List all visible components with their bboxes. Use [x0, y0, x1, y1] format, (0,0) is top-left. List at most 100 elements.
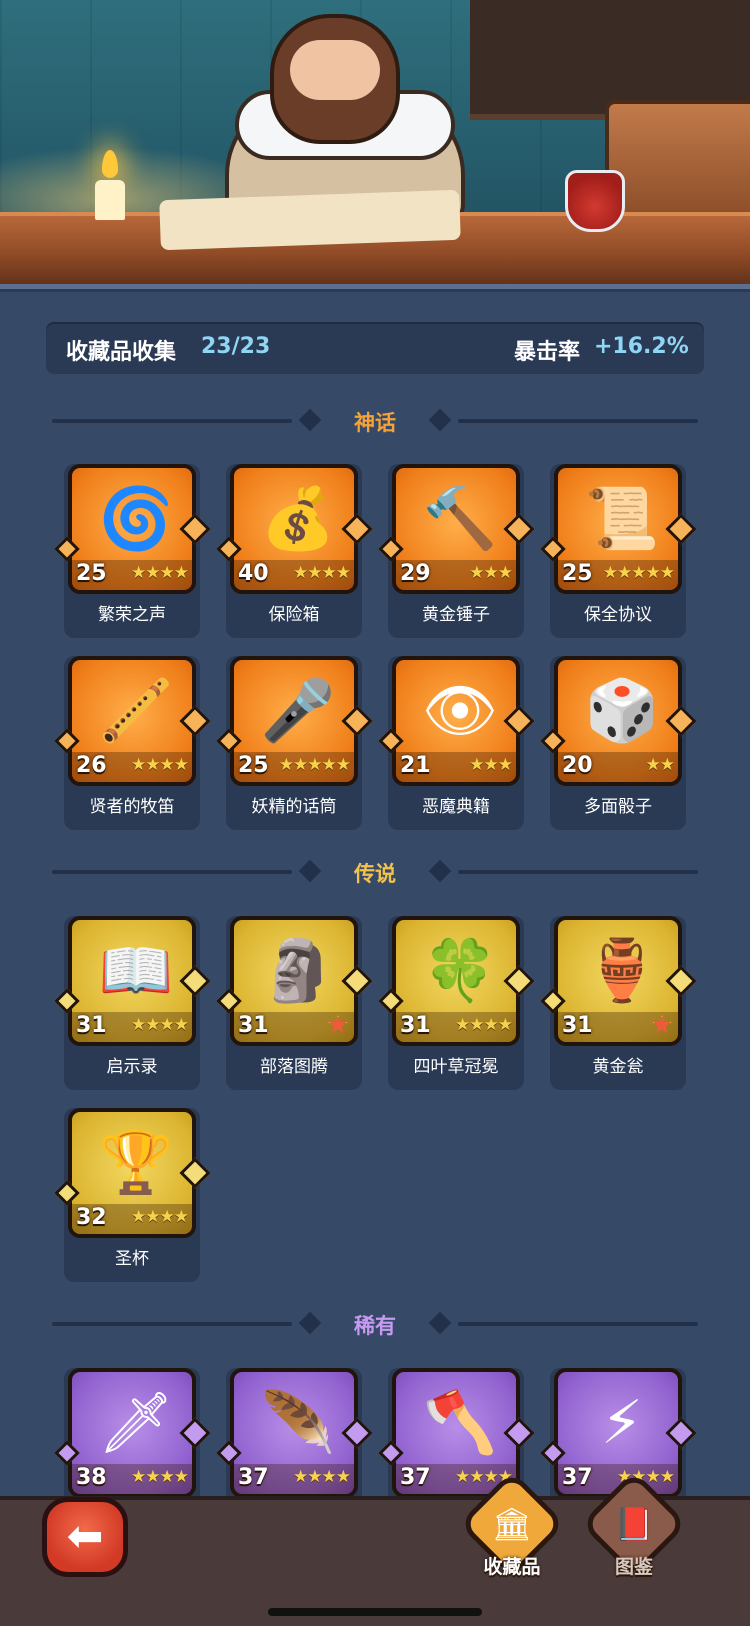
section-title: 神话: [354, 411, 396, 435]
level-strip: 26 ★★★★: [72, 752, 192, 782]
tile-gem: [179, 1417, 211, 1449]
star-rating: ★★★: [469, 563, 513, 583]
tile-gem: [378, 988, 404, 1014]
demon-tome-icon: 👁: [421, 676, 499, 746]
tab-codex[interactable]: 📕 图鉴: [580, 1470, 688, 1596]
hero-banner: [0, 0, 750, 288]
item-name: 妖精的话筒: [251, 797, 337, 817]
level-strip: 31: [558, 1012, 678, 1042]
sage-flute-icon: 🪈: [98, 676, 174, 746]
level-strip: 29 ★★★: [396, 560, 516, 590]
tile-gem: [216, 536, 242, 562]
tile-gem: [665, 513, 697, 545]
star-rating: ★★★★: [131, 1015, 189, 1035]
item-level: 32: [76, 1205, 107, 1230]
item-name: 黄金锤子: [422, 605, 490, 625]
tile-gem: [503, 965, 535, 997]
item-level: 31: [76, 1013, 107, 1038]
candle-icon: [95, 180, 125, 220]
item-level: 21: [400, 753, 431, 778]
tile-gem: [341, 513, 373, 545]
item-name: 启示录: [106, 1057, 158, 1077]
tribal-totem-icon: 🗿: [260, 936, 336, 1006]
level-strip: 31: [234, 1012, 354, 1042]
tab-collection[interactable]: 🏛 收藏品: [458, 1470, 566, 1596]
item-level: 31: [238, 1013, 269, 1038]
item-tile: 🏆 32 ★★★★: [54, 1108, 211, 1238]
item-tile: 🎲 20 ★★: [540, 656, 697, 786]
tile-gem: [216, 1440, 242, 1466]
item-name: 保全协议: [584, 605, 652, 625]
treasure-map: [159, 189, 461, 251]
level-strip: 20 ★★: [558, 752, 678, 782]
hero-rim: [0, 284, 750, 292]
tab-collection-label: 收藏品: [483, 1556, 541, 1578]
tile-gem: [665, 965, 697, 997]
collectible-card[interactable]: 📜 25 ★★★★★ 保全协议: [540, 464, 697, 638]
tile-gem: [341, 705, 373, 737]
item-name: 保险箱: [268, 605, 320, 625]
star-rating: ★★★★★: [278, 755, 351, 775]
collectible-card[interactable]: 🍀 31 ★★★★ 四叶草冠冕: [378, 916, 535, 1090]
tile-gem: [54, 988, 80, 1014]
item-level: 29: [400, 561, 431, 586]
tile-gem: [540, 1440, 566, 1466]
tile-gem: [179, 1157, 211, 1189]
item-tile: 📜 25 ★★★★★: [540, 464, 697, 594]
star-rating: ★★: [645, 755, 676, 775]
collectible-card[interactable]: 🪈 26 ★★★★ 贤者的牧笛: [54, 656, 211, 830]
tile-gem: [378, 536, 404, 562]
item-tile: 🍀 31 ★★★★: [378, 916, 535, 1046]
tile-gem: [341, 965, 373, 997]
collection-count: 23/23: [201, 334, 271, 359]
ice-dagger-icon: 🗡: [97, 1388, 175, 1458]
collectible-card[interactable]: 👁 21 ★★★ 恶魔典籍: [378, 656, 535, 830]
polyhedral-dice-icon: 🎲: [584, 676, 660, 746]
collectible-card[interactable]: 🎤 25 ★★★★★ 妖精的话筒: [216, 656, 373, 830]
star-rating: ★★★: [469, 755, 513, 775]
tile-gem: [179, 965, 211, 997]
tile-gem: [540, 988, 566, 1014]
level-strip: 31 ★★★★: [396, 1012, 516, 1042]
open-book-icon: 📖: [98, 936, 174, 1006]
collectible-card[interactable]: 📖 31 ★★★★ 启示录: [54, 916, 211, 1090]
back-arrow-icon: ⬅: [66, 1511, 104, 1562]
collectible-card[interactable]: 🎲 20 ★★ 多面骰子: [540, 656, 697, 830]
collectible-card[interactable]: 🏆 32 ★★★★ 圣杯: [54, 1108, 211, 1282]
codex-book-icon: 📕: [614, 1505, 654, 1543]
tile-gem: [179, 513, 211, 545]
item-name: 恶魔典籍: [422, 797, 490, 817]
fire-feather-icon: 🪶: [260, 1388, 336, 1458]
tile-gem: [54, 1180, 80, 1206]
item-name: 部落图腾: [260, 1057, 328, 1077]
item-tile: 👁 21 ★★★: [378, 656, 535, 786]
tile-gem: [503, 1417, 535, 1449]
collectible-card[interactable]: 🌀 25 ★★★★ 繁荣之声: [54, 464, 211, 638]
tile-gem: [216, 728, 242, 754]
red-potion-icon: [565, 170, 625, 232]
item-tile: 🎤 25 ★★★★★: [216, 656, 373, 786]
collectible-card[interactable]: 💰 40 ★★★★ 保险箱: [216, 464, 373, 638]
item-level: 37: [400, 1465, 431, 1490]
section-title: 传说: [354, 862, 396, 886]
star-rating: ★★★★: [131, 1467, 189, 1487]
item-tile: 🗿 31: [216, 916, 373, 1046]
golden-urn-icon: 🏺: [584, 936, 660, 1006]
collectible-card[interactable]: 🔨 29 ★★★ 黄金锤子: [378, 464, 535, 638]
star-rating: ★★★★: [293, 563, 351, 583]
item-tile: 🪓 37 ★★★★: [378, 1368, 535, 1498]
back-button[interactable]: ⬅: [42, 1497, 128, 1577]
level-strip: 25 ★★★★★: [558, 560, 678, 590]
sound-orb-icon: 🌀: [98, 484, 174, 554]
section-divider-legend: 传说: [52, 854, 698, 890]
item-tile: 🔨 29 ★★★: [378, 464, 535, 594]
lightning-card-icon: ⚡: [600, 1388, 644, 1458]
tile-gem: [179, 705, 211, 737]
item-name: 四叶草冠冕: [413, 1057, 499, 1077]
stone-axe-icon: 🪓: [422, 1388, 498, 1458]
collectible-card[interactable]: 🏺 31 黄金瓮: [540, 916, 697, 1090]
item-name: 黄金瓮: [592, 1057, 644, 1077]
collectible-card[interactable]: 🗿 31 部落图腾: [216, 916, 373, 1090]
level-strip: 21 ★★★: [396, 752, 516, 782]
level-strip: 25 ★★★★★: [234, 752, 354, 782]
